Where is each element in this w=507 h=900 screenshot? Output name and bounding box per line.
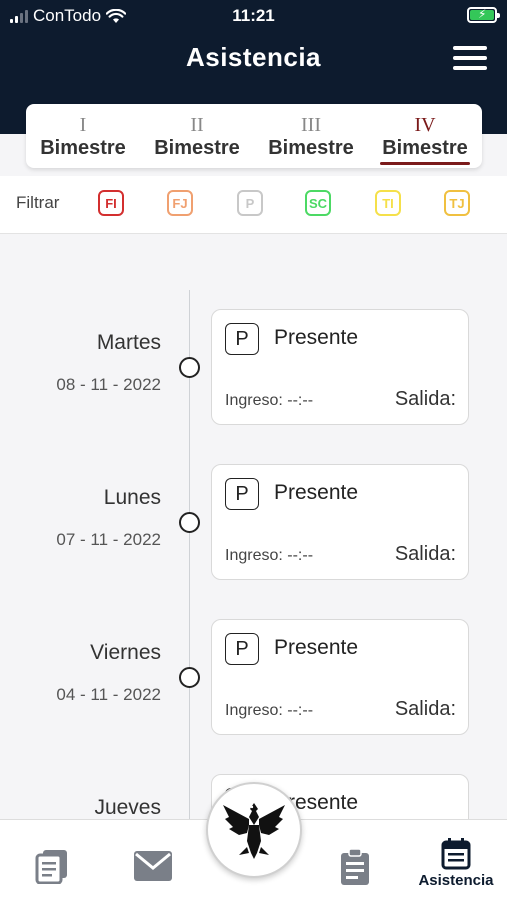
status-text: Presente	[274, 636, 359, 659]
documents-icon	[35, 850, 67, 884]
filter-chip-p[interactable]: P	[237, 190, 263, 216]
day-name: Martes	[96, 331, 161, 354]
day-name: Viernes	[90, 641, 161, 664]
eagle-logo	[223, 803, 285, 859]
filter-chip-fi[interactable]: FI	[98, 190, 124, 216]
status-bar: ConTodo 11:21 ⚡	[0, 0, 507, 30]
day-label: Lunes 07 - 11 - 2022	[0, 486, 161, 550]
day-date: 08 - 11 - 2022	[56, 375, 161, 394]
tab-roman: III	[301, 114, 321, 136]
nav-item-documents[interactable]	[22, 848, 82, 900]
ingreso-time: Ingreso: --:--	[225, 702, 314, 719]
tab-bimestre-2[interactable]: II Bimestre	[140, 114, 254, 160]
tab-roman: II	[190, 114, 204, 136]
nav-item-tasks[interactable]	[325, 848, 385, 900]
tab-bimestre-1[interactable]: I Bimestre	[26, 114, 140, 160]
status-badge: P	[225, 478, 259, 510]
nav-item-mail[interactable]	[123, 850, 183, 900]
day-label: Martes 08 - 11 - 2022	[0, 331, 161, 395]
day-name: Lunes	[103, 486, 161, 509]
mail-icon	[134, 851, 172, 881]
eagle-logo-button[interactable]	[206, 782, 302, 878]
clipboard-icon	[341, 848, 369, 885]
salida-time: Salida:	[394, 543, 456, 565]
tab-roman: I	[79, 114, 87, 136]
nav-item-asistencia[interactable]: Asistencia	[406, 838, 506, 894]
bimestre-tabs: I Bimestre II Bimestre III Bimestre IV B…	[26, 104, 482, 168]
active-tab-indicator	[380, 162, 470, 165]
tab-label: Bimestre	[268, 137, 354, 159]
filter-chip-ti[interactable]: TI	[375, 190, 401, 216]
status-text: Presente	[274, 326, 359, 349]
calendar-icon	[441, 838, 471, 870]
filter-chip-tj[interactable]: TJ	[444, 190, 470, 216]
day-label: Viernes 04 - 11 - 2022	[0, 641, 161, 705]
page-title: Asistencia	[185, 42, 322, 72]
battery-icon: ⚡	[467, 7, 500, 23]
attendance-card[interactable]: P Presente Ingreso: --:-- Salida:	[211, 309, 469, 425]
timeline-dot	[179, 667, 200, 688]
clock: 11:21	[232, 6, 275, 25]
filter-label: Filtrar	[16, 193, 60, 212]
timeline-dot	[179, 357, 200, 378]
attendance-card[interactable]: P Presente Ingreso: --:-- Salida:	[211, 464, 469, 580]
tab-bimestre-3[interactable]: III Bimestre	[254, 114, 368, 160]
attendance-card[interactable]: P Presente Ingreso: --:-- Salida:	[211, 619, 469, 735]
tab-label: Bimestre	[40, 137, 126, 159]
tab-label: Bimestre	[154, 137, 240, 159]
filter-chip-fj[interactable]: FJ	[167, 190, 193, 216]
status-badge: P	[225, 323, 259, 355]
day-label: Jueves	[0, 796, 161, 820]
menu-icon[interactable]	[453, 46, 487, 70]
status-text: Presente	[274, 481, 359, 504]
salida-time: Salida:	[394, 698, 456, 720]
timeline-dot	[179, 512, 200, 533]
ingreso-time: Ingreso: --:--	[225, 547, 314, 564]
ingreso-time: Ingreso: --:--	[225, 392, 314, 409]
day-date: 07 - 11 - 2022	[56, 530, 161, 549]
day-name: Jueves	[94, 796, 161, 819]
day-date: 04 - 11 - 2022	[56, 685, 161, 704]
tab-roman: IV	[414, 114, 436, 136]
tab-label: Bimestre	[382, 137, 468, 159]
salida-time: Salida:	[394, 388, 456, 410]
filter-chip-sc[interactable]: SC	[305, 190, 331, 216]
status-badge: P	[225, 633, 259, 665]
tab-bimestre-4[interactable]: IV Bimestre	[368, 114, 482, 165]
filter-bar: Filtrar FI FJ P SC TI TJ	[0, 176, 507, 234]
nav-label-asistencia: Asistencia	[418, 872, 494, 889]
